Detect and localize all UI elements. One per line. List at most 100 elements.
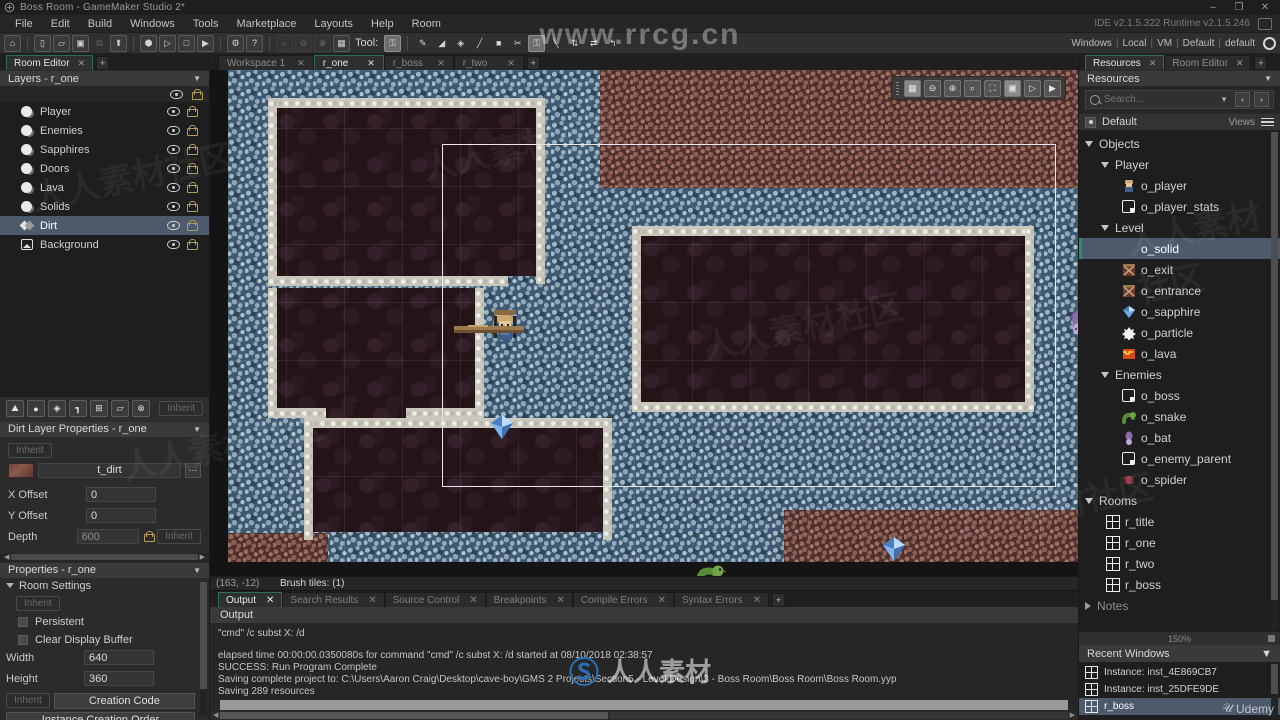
tab-compile-errors[interactable]: Compile Errors ✕: [572, 592, 674, 607]
menu-build[interactable]: Build: [79, 15, 121, 33]
tree-node-o-snake[interactable]: o_snake: [1079, 406, 1280, 427]
resource-tree-vscrollbar[interactable]: [1271, 132, 1278, 630]
play-room-button[interactable]: ▷: [1024, 79, 1041, 97]
flip-tool[interactable]: ⇅: [566, 35, 583, 52]
tab-search-results[interactable]: Search Results ✕: [282, 592, 385, 607]
chevron-right-icon[interactable]: [1085, 601, 1091, 610]
chevron-down-icon[interactable]: [1101, 224, 1109, 231]
add-tile-layer-button[interactable]: ◈: [48, 400, 66, 417]
layer-row-background[interactable]: Background: [0, 235, 209, 254]
prev-resource-button[interactable]: ‹: [1235, 92, 1250, 107]
tab-syntax-errors[interactable]: Syntax Errors ✕: [674, 592, 769, 607]
tab-workspace-1[interactable]: Workspace 1 ✕: [218, 55, 314, 70]
layer-row-dirt[interactable]: Dirt: [0, 216, 209, 235]
depth-input[interactable]: 600: [76, 529, 140, 544]
close-icon[interactable]: ✕: [557, 595, 565, 606]
close-icon[interactable]: ✕: [1236, 58, 1244, 69]
room-tilemap[interactable]: [228, 70, 1078, 562]
tree-node-o-player[interactable]: o_player: [1079, 175, 1280, 196]
zoom-reset-button[interactable]: ⌕: [964, 79, 981, 97]
scroll-track[interactable]: [610, 711, 1068, 719]
close-icon[interactable]: ✕: [437, 58, 445, 69]
lock-icon[interactable]: [187, 106, 198, 117]
menu-layouts[interactable]: Layouts: [305, 15, 362, 33]
delete-layer-button[interactable]: ⊗: [132, 400, 150, 417]
layer-row-solids[interactable]: Solids: [0, 197, 209, 216]
grid-toggle-button[interactable]: ▦: [904, 79, 921, 97]
clear-display-buffer-row[interactable]: Clear Display Buffer: [0, 631, 209, 649]
properties-section-header[interactable]: Properties - r_one ▼: [0, 561, 209, 578]
lock-icon[interactable]: [187, 163, 198, 174]
tab-source-control[interactable]: Source Control ✕: [384, 592, 486, 607]
eye-icon[interactable]: [167, 201, 180, 212]
tree-node-o-bat[interactable]: o_bat: [1079, 427, 1280, 448]
search-input[interactable]: Search...: [1104, 94, 1216, 105]
add-instance-layer-button[interactable]: ●: [27, 400, 45, 417]
output-log[interactable]: "cmd" /c subst X: /d elapsed time 00:00:…: [210, 623, 1078, 710]
tree-node-o-particle[interactable]: o_particle: [1079, 322, 1280, 343]
drag-handle[interactable]: [896, 81, 899, 95]
lock-icon[interactable]: [192, 88, 203, 100]
add-path-layer-button[interactable]: ┓: [69, 400, 87, 417]
zoom-out-button[interactable]: ⊖: [924, 79, 941, 97]
eye-icon[interactable]: [167, 106, 180, 117]
sprite-o-snake[interactable]: [696, 562, 726, 576]
room-settings-group[interactable]: Room Settings: [0, 578, 209, 594]
lock-tool[interactable]: ⚿: [528, 34, 546, 52]
add-background-layer-button[interactable]: ⛰: [6, 400, 24, 417]
tab-room-editor-right[interactable]: Room Editor ✕: [1164, 55, 1252, 70]
save-icon[interactable]: ▣: [72, 34, 89, 52]
creation-code-button[interactable]: Creation Code: [53, 692, 195, 709]
tab-room-editor[interactable]: Room Editor ✕: [6, 55, 94, 70]
tileset-menu-button[interactable]: ⋯: [185, 462, 201, 478]
env-device[interactable]: default: [1225, 38, 1255, 49]
lock-icon[interactable]: [187, 220, 198, 231]
close-icon[interactable]: ✕: [753, 595, 761, 606]
chevron-down-icon[interactable]: ▼: [193, 566, 201, 575]
tree-node-o-enemy-parent[interactable]: o_enemy_parent: [1079, 448, 1280, 469]
menu-windows[interactable]: Windows: [121, 15, 184, 33]
eye-icon[interactable]: [167, 239, 180, 250]
lock-icon[interactable]: [187, 239, 198, 250]
scroll-thumb[interactable]: [220, 711, 609, 719]
eye-icon[interactable]: [167, 144, 180, 155]
add-tab-button[interactable]: +: [1254, 56, 1268, 70]
tree-node-o-spider[interactable]: o_spider: [1079, 469, 1280, 490]
layer-row-enemies[interactable]: Enemies: [0, 121, 209, 140]
resource-search-row[interactable]: Search... ▼ ‹ ›: [1085, 90, 1274, 109]
eye-icon[interactable]: [167, 220, 180, 231]
picker-tool[interactable]: ✂: [509, 35, 526, 52]
room-settings-inherit-button[interactable]: Inherit: [16, 595, 60, 611]
height-input[interactable]: 360: [84, 671, 154, 686]
menu-tools[interactable]: Tools: [184, 15, 228, 33]
recent-item-instance-1[interactable]: Instance: inst_4E869CB7: [1079, 664, 1280, 681]
chevron-down-icon[interactable]: [1101, 371, 1109, 378]
width-input[interactable]: 640: [84, 650, 154, 665]
tree-node-o-player-stats[interactable]: o_player_stats: [1079, 196, 1280, 217]
dirt-inherit-button[interactable]: Inherit: [8, 442, 52, 458]
close-icon[interactable]: ✕: [368, 595, 376, 606]
tree-node-player-folder[interactable]: Player: [1079, 154, 1280, 175]
close-icon[interactable]: ✕: [507, 58, 515, 69]
eye-icon[interactable]: [167, 125, 180, 136]
layers-section-header[interactable]: Layers - r_one ▼: [0, 70, 209, 86]
creation-code-inherit-button[interactable]: Inherit: [6, 692, 50, 708]
scroll-left-icon[interactable]: ◀: [213, 711, 218, 719]
scroll-right-icon[interactable]: ▶: [200, 553, 205, 561]
menu-edit[interactable]: Edit: [42, 15, 79, 33]
chat-bubble-icon[interactable]: [1258, 17, 1272, 30]
close-icon[interactable]: ✕: [78, 58, 86, 69]
open-folder-icon[interactable]: ▱: [53, 34, 70, 52]
add-asset-layer-button[interactable]: ⊞: [90, 400, 108, 417]
tree-node-r-title[interactable]: r_title: [1079, 511, 1280, 532]
tree-node-rooms[interactable]: Rooms: [1079, 490, 1280, 511]
menu-file[interactable]: File: [6, 15, 42, 33]
tree-node-notes[interactable]: Notes: [1079, 595, 1280, 616]
mirror-tool[interactable]: ⇄: [585, 35, 602, 52]
close-icon[interactable]: ✕: [1149, 58, 1157, 69]
lock-icon[interactable]: [187, 144, 198, 155]
scroll-thumb[interactable]: [11, 554, 198, 560]
eye-icon[interactable]: [167, 182, 180, 193]
minimize-button[interactable]: –: [1200, 0, 1226, 15]
stop-icon[interactable]: □: [178, 34, 195, 52]
